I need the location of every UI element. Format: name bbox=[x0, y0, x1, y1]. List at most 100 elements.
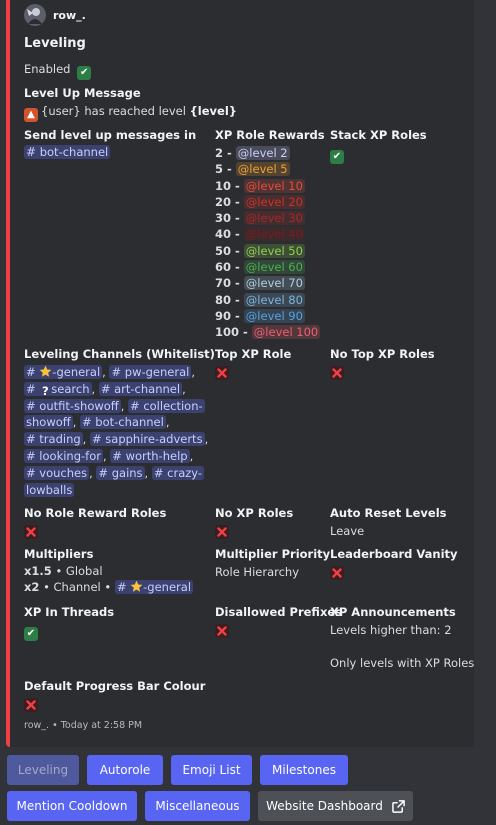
leveling-channels-list: # -general, # pw-general, # ? search, # a… bbox=[24, 365, 209, 497]
enabled-label: Enabled bbox=[24, 62, 71, 76]
no-role-reward-roles-value bbox=[24, 524, 38, 539]
author-name[interactable]: row_. bbox=[53, 9, 86, 22]
role-mention[interactable]: @level 90 bbox=[243, 308, 305, 323]
level-up-message-text: {user} has reached level bbox=[41, 104, 190, 118]
channel-mention[interactable]: # ? search bbox=[24, 381, 92, 398]
embed-title: Leveling bbox=[24, 36, 86, 51]
channel-mention[interactable]: # art-channel bbox=[98, 381, 183, 396]
website-dashboard-label: Website Dashboard bbox=[266, 799, 383, 813]
channel-mention[interactable]: # -general bbox=[24, 365, 103, 379]
channel-mention[interactable]: # bot-channel bbox=[24, 145, 111, 159]
question-icon: ? bbox=[41, 383, 49, 398]
no-top-xp-roles-value bbox=[330, 365, 344, 380]
channel-mention[interactable]: # outfit-showoff bbox=[24, 398, 121, 413]
no-xp-roles-label: No XP Roles bbox=[215, 506, 294, 520]
no-top-xp-roles-label: No Top XP Roles bbox=[330, 347, 435, 361]
role-mention[interactable]: @level 40 bbox=[243, 227, 305, 242]
avatar[interactable] bbox=[24, 4, 46, 26]
hash-icon: # bbox=[26, 145, 37, 159]
channel-mention[interactable]: # crazy- bbox=[151, 465, 205, 480]
stack-xp-roles-label: Stack XP Roles bbox=[330, 128, 427, 142]
channel-name: bot-channel bbox=[39, 145, 109, 159]
channel-mention[interactable]: # collection- bbox=[128, 398, 205, 413]
disallowed-prefixes-label: Disallowed Prefixes bbox=[215, 605, 343, 619]
role-mention[interactable]: @level 10 bbox=[243, 178, 305, 193]
level-up-message-label: Level Up Message bbox=[24, 86, 141, 100]
mention-cooldown-button[interactable]: Mention Cooldown bbox=[7, 791, 137, 821]
role-mention[interactable]: @level 100 bbox=[251, 325, 321, 340]
emoji-list-button[interactable]: Emoji List bbox=[171, 755, 252, 785]
channel-mention[interactable]: # looking-for bbox=[24, 449, 103, 464]
auto-reset-levels-value: Leave bbox=[330, 524, 365, 538]
leaderboard-vanity-label: Leaderboard Vanity bbox=[330, 547, 458, 561]
disallowed-prefixes-value bbox=[215, 623, 229, 638]
leveling-button[interactable]: Leveling bbox=[7, 755, 79, 785]
star-icon bbox=[39, 365, 52, 378]
xp-reward-row: 10 - @level 10 bbox=[215, 178, 305, 193]
autorole-button[interactable]: Autorole bbox=[87, 755, 163, 785]
role-mention[interactable]: @level 70 bbox=[243, 276, 305, 291]
leaderboard-vanity-value bbox=[330, 565, 344, 580]
footer-author: row_. bbox=[24, 720, 50, 731]
xp-reward-row: 80 - @level 80 bbox=[215, 292, 305, 307]
channel-mention[interactable]: # trading bbox=[24, 432, 83, 447]
level-up-message-var: {level} bbox=[189, 104, 237, 118]
leveling-channels-label: Leveling Channels (Whitelist) bbox=[24, 347, 215, 361]
xp-announcements-line2: Only levels with XP Roles bbox=[330, 656, 475, 670]
xp-reward-row: 5 - @level 5 bbox=[215, 162, 290, 177]
xp-announcements-label: XP Announcements bbox=[330, 605, 456, 619]
role-mention[interactable]: @level 50 bbox=[243, 243, 305, 258]
leveling-embed: row_. Leveling Enabled ✔ Level Up Messag… bbox=[6, 0, 474, 747]
role-mention[interactable]: @level 30 bbox=[243, 211, 305, 226]
channel-mention[interactable]: # pw-general bbox=[109, 365, 192, 379]
miscellaneous-button[interactable]: Miscellaneous bbox=[145, 791, 250, 821]
role-mention[interactable]: @level 20 bbox=[243, 194, 305, 209]
enabled-status: Enabled ✔ bbox=[24, 62, 92, 80]
embed-author: row_. bbox=[24, 4, 86, 26]
xp-reward-row: 40 - @level 40 bbox=[215, 227, 305, 242]
xp-in-threads-label: XP In Threads bbox=[24, 605, 115, 619]
cross-icon bbox=[24, 525, 38, 539]
xp-reward-row: 2 - @level 2 bbox=[215, 146, 290, 160]
channel-mention[interactable]: # gains bbox=[96, 465, 145, 480]
check-icon: ✔ bbox=[330, 149, 344, 164]
cross-icon bbox=[330, 366, 344, 380]
multipliers-label: Multipliers bbox=[24, 547, 94, 561]
no-role-reward-roles-label: No Role Reward Roles bbox=[24, 506, 167, 520]
xp-reward-row: 70 - @level 70 bbox=[215, 276, 305, 291]
channel-mention[interactable]: lowballs bbox=[24, 482, 75, 497]
channel-mention[interactable]: showoff bbox=[24, 415, 73, 430]
check-icon: ✔ bbox=[77, 65, 92, 80]
multiplier-channel: x2 • Channel • # -general bbox=[24, 580, 194, 594]
website-dashboard-button[interactable]: Website Dashboard bbox=[258, 791, 413, 821]
level-up-message-value: ▲ {user} has reached level {level} bbox=[24, 104, 237, 122]
auto-reset-levels-label: Auto Reset Levels bbox=[330, 506, 447, 520]
cross-icon bbox=[215, 624, 229, 638]
top-xp-role-label: Top XP Role bbox=[215, 347, 292, 361]
role-mention[interactable]: @level 80 bbox=[243, 292, 305, 307]
check-icon: ✔ bbox=[24, 626, 38, 641]
xp-reward-row: 90 - @level 90 bbox=[215, 308, 305, 323]
channel-mention[interactable]: # vouches bbox=[24, 465, 90, 480]
send-in-value: # bot-channel bbox=[24, 145, 111, 159]
channel-mention[interactable]: # worth-help bbox=[110, 449, 190, 464]
channel-mention[interactable]: # bot-channel bbox=[80, 415, 166, 430]
xp-announcements-line1: Levels higher than: 2 bbox=[330, 623, 452, 637]
xp-reward-row: 100 - @level 100 bbox=[215, 325, 321, 340]
role-mention[interactable]: @level 5 bbox=[235, 162, 290, 177]
progress-bar-colour-value bbox=[24, 697, 38, 712]
star-icon bbox=[130, 580, 143, 593]
xp-role-rewards-label: XP Role Rewards bbox=[215, 128, 325, 142]
channel-mention[interactable]: # -general bbox=[114, 580, 194, 594]
channel-mention[interactable]: # sapphire-adverts bbox=[89, 432, 205, 447]
role-mention[interactable]: @level 2 bbox=[235, 146, 290, 160]
milestones-button[interactable]: Milestones bbox=[260, 755, 348, 785]
multiplier-priority-label: Multiplier Priority bbox=[215, 547, 331, 561]
xp-role-rewards-list: 2 - @level 2 5 - @level 5 10 - @level 10… bbox=[215, 145, 321, 341]
no-xp-roles-value bbox=[215, 524, 229, 539]
cross-icon bbox=[24, 698, 38, 712]
progress-bar-colour-label: Default Progress Bar Colour bbox=[24, 679, 206, 693]
cross-icon bbox=[215, 525, 229, 539]
role-mention[interactable]: @level 60 bbox=[243, 260, 305, 275]
footer-separator: • bbox=[52, 720, 58, 731]
